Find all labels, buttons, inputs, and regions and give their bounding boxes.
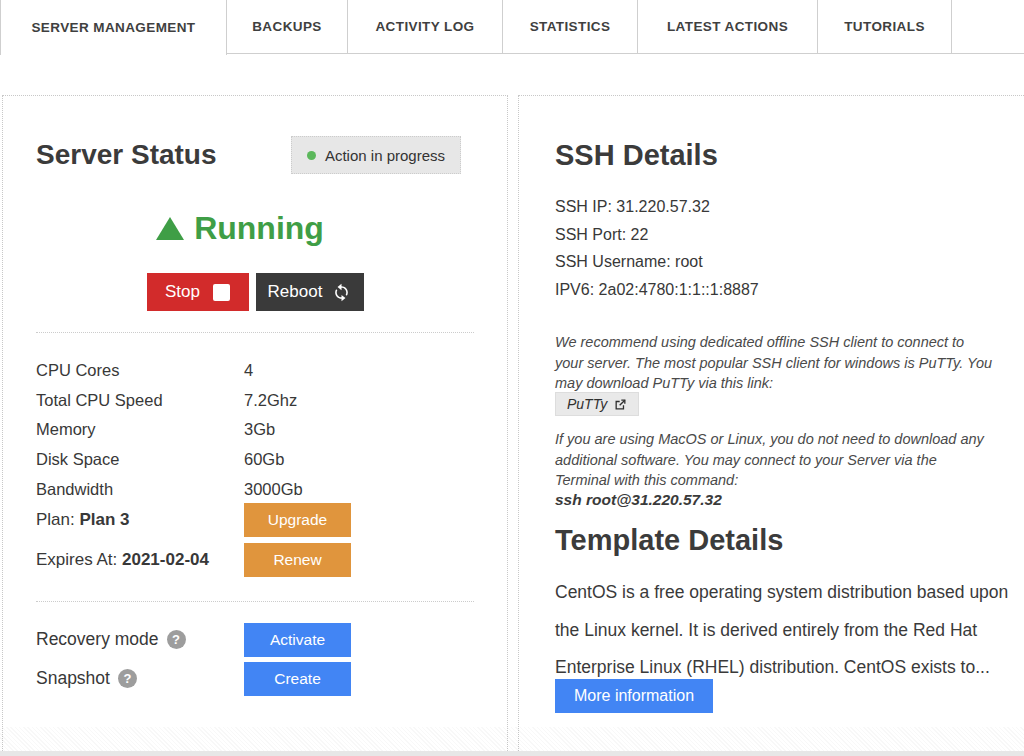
help-icon[interactable]: ? — [167, 630, 186, 649]
ssh-details-title: SSH Details — [555, 139, 1024, 172]
recovery-mode-row: Recovery mode? Activate — [36, 623, 474, 656]
template-details-title: Template Details — [555, 524, 1024, 557]
triangle-up-icon — [156, 217, 184, 240]
tab-label: LATEST ACTIONS — [667, 19, 788, 34]
tab-label: SERVER MANAGEMENT — [31, 20, 195, 35]
green-dot-icon — [307, 151, 316, 160]
tab-server-management[interactable]: SERVER MANAGEMENT — [0, 0, 227, 55]
refresh-icon — [332, 283, 351, 302]
spec-label: Total CPU Speed — [36, 391, 244, 410]
create-button[interactable]: Create — [244, 662, 351, 696]
ssh-details-panel: SSH Details SSH IP: 31.220.57.32 SSH Por… — [518, 95, 1024, 756]
tab-label: ACTIVITY LOG — [375, 19, 474, 34]
spec-label: Disk Space — [36, 450, 244, 469]
spec-label: Memory — [36, 420, 244, 439]
template-description: CentOS is a free operating system distri… — [555, 574, 1024, 687]
ipv6-line: IPV6: 2a02:4780:1:1::1:8887 — [555, 276, 1024, 304]
more-information-button[interactable]: More information — [555, 679, 713, 713]
spec-list: CPU Cores4 Total CPU Speed7.2Ghz Memory3… — [36, 356, 474, 504]
spec-label: Bandwidth — [36, 480, 244, 499]
spec-value: 3Gb — [244, 420, 275, 439]
badge-label: Action in progress — [325, 147, 445, 164]
spec-row: Memory3Gb — [36, 415, 474, 445]
tab-label: TUTORIALS — [844, 19, 925, 34]
plan-value: Plan 3 — [79, 510, 129, 529]
tab-activity-log[interactable]: ACTIVITY LOG — [348, 0, 503, 53]
ssh-port-value: 22 — [631, 226, 649, 243]
putty-label: PuTTy — [567, 396, 607, 412]
upgrade-button[interactable]: Upgrade — [244, 503, 351, 537]
server-state: Running — [3, 210, 477, 247]
expires-row: Expires At: 2021-02-04 Renew — [36, 543, 474, 577]
state-label: Running — [194, 210, 324, 247]
bottom-bar — [0, 751, 1024, 756]
spec-label: CPU Cores — [36, 361, 244, 380]
snapshot-row: Snapshot? Create — [36, 662, 474, 695]
divider — [36, 601, 474, 602]
putty-note: We recommend using dedicated offline SSH… — [555, 332, 1024, 394]
tab-label: STATISTICS — [530, 19, 611, 34]
external-link-icon — [614, 398, 627, 411]
expires-value: 2021-02-04 — [122, 550, 209, 569]
tab-tutorials[interactable]: TUTORIALS — [818, 0, 952, 53]
snapshot-label: Snapshot — [36, 668, 110, 689]
ssh-info-list: SSH IP: 31.220.57.32 SSH Port: 22 SSH Us… — [555, 193, 1024, 303]
spec-value: 3000Gb — [244, 480, 303, 499]
divider — [36, 332, 474, 333]
plan-label: Plan: Plan 3 — [36, 510, 244, 530]
recovery-mode-label: Recovery mode — [36, 629, 159, 650]
renew-button[interactable]: Renew — [244, 543, 351, 577]
spec-row: Bandwidth3000Gb — [36, 474, 474, 504]
ipv6-value: 2a02:4780:1:1::1:8887 — [599, 281, 759, 298]
ssh-username-line: SSH Username: root — [555, 248, 1024, 276]
server-status-title: Server Status — [36, 139, 217, 171]
tab-bar: SERVER MANAGEMENT BACKUPS ACTIVITY LOG S… — [0, 0, 1024, 55]
putty-link[interactable]: PuTTy — [555, 392, 639, 416]
ssh-ip-line: SSH IP: 31.220.57.32 — [555, 193, 1024, 221]
tab-backups[interactable]: BACKUPS — [227, 0, 348, 53]
ssh-command: ssh root@31.220.57.32 — [555, 491, 1024, 509]
spec-row: Total CPU Speed7.2Ghz — [36, 386, 474, 416]
reboot-label: Reboot — [268, 282, 323, 302]
help-icon[interactable]: ? — [118, 669, 137, 688]
spec-value: 7.2Ghz — [244, 391, 297, 410]
ssh-username-value: root — [675, 253, 703, 270]
ssh-ip-value: 31.220.57.32 — [616, 198, 709, 215]
tab-label: BACKUPS — [252, 19, 322, 34]
activate-button[interactable]: Activate — [244, 623, 351, 657]
spec-value: 4 — [244, 361, 253, 380]
spec-row: CPU Cores4 — [36, 356, 474, 386]
tab-statistics[interactable]: STATISTICS — [503, 0, 638, 53]
action-in-progress-badge: Action in progress — [291, 136, 461, 174]
stop-icon — [213, 284, 230, 301]
ssh-port-line: SSH Port: 22 — [555, 221, 1024, 249]
spec-row: Disk Space60Gb — [36, 445, 474, 475]
plan-row: Plan: Plan 3 Upgrade — [36, 503, 474, 537]
unix-note: If you are using MacOS or Linux, you do … — [555, 429, 1024, 491]
stop-label: Stop — [165, 282, 200, 302]
stop-button[interactable]: Stop — [147, 273, 249, 311]
server-status-panel: Server Status Action in progress Running… — [2, 95, 508, 756]
tab-latest-actions[interactable]: LATEST ACTIONS — [638, 0, 818, 53]
more-information-label: More information — [574, 687, 694, 705]
expires-label: Expires At: 2021-02-04 — [36, 550, 244, 570]
spec-value: 60Gb — [244, 450, 284, 469]
reboot-button[interactable]: Reboot — [256, 273, 364, 311]
